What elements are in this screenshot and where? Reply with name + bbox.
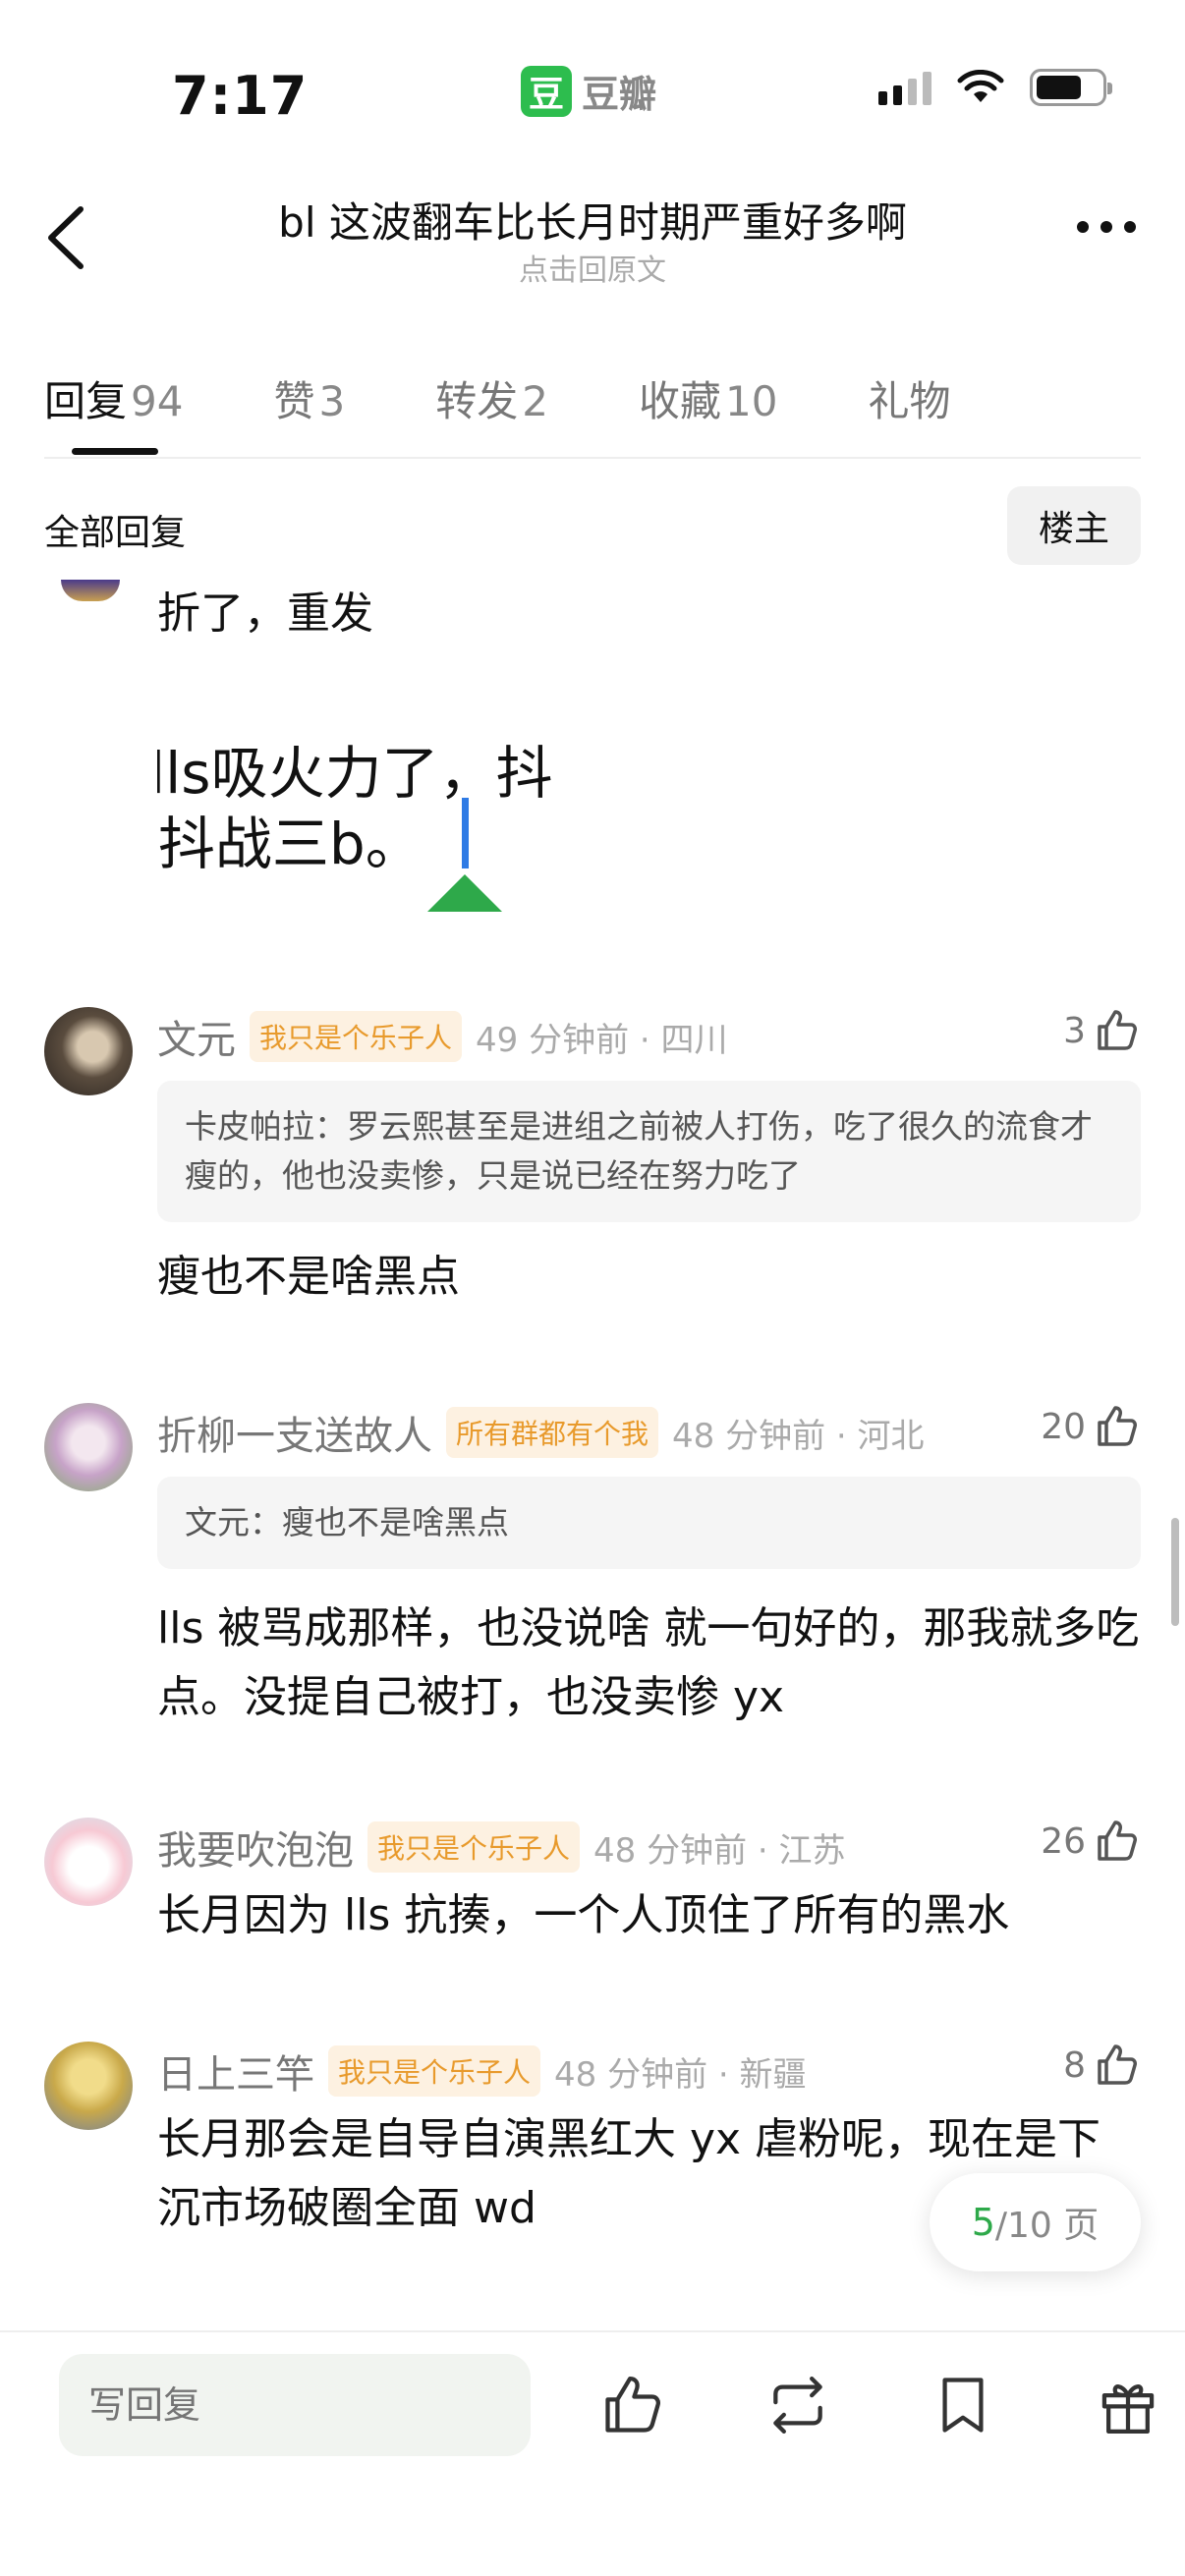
- more-dot-icon: [1124, 221, 1136, 233]
- reply-filter-row: 全部回复 楼主: [44, 486, 1141, 565]
- thumbs-up-icon: [1098, 1010, 1137, 1050]
- tab-label: 收藏: [638, 377, 721, 425]
- image-text-line: -抖战三b。: [157, 811, 423, 877]
- app-name: 豆瓣: [582, 73, 657, 116]
- tab-label: 回复: [44, 377, 128, 425]
- reply-input[interactable]: [59, 2354, 531, 2456]
- wifi-icon: [957, 70, 1004, 102]
- avatar[interactable]: [44, 1818, 133, 1906]
- pagination-button[interactable]: 5/10 页: [930, 2173, 1141, 2271]
- avatar[interactable]: [44, 1007, 133, 1095]
- current-page: 5: [971, 2201, 995, 2244]
- tab-count: 2: [522, 377, 548, 425]
- quoted-reply[interactable]: 文元：瘦也不是啥黑点: [157, 1477, 1141, 1569]
- tab-gifts[interactable]: 礼物: [868, 339, 950, 457]
- page-title[interactable]: bl 这波翻车比长月时期严重好多啊: [0, 190, 1185, 250]
- user-badge: 我只是个乐子人: [250, 1011, 463, 1062]
- comment-time-location: 48 分钟前 · 江苏: [593, 1830, 846, 1871]
- tab-bar: 回复94 赞3 转发2 收藏10 礼物: [44, 339, 1141, 459]
- selection-handle-graphic: [427, 874, 502, 912]
- app-brand: 豆 豆瓣: [521, 64, 656, 118]
- tab-count: 3: [318, 377, 346, 425]
- avatar[interactable]: [44, 2042, 133, 2130]
- comment-text: 瘦也不是啥黑点: [157, 1252, 460, 1302]
- more-dot-icon: [1100, 221, 1112, 233]
- tab-label: 转发: [435, 377, 519, 425]
- comment-time-location: 48 分钟前 · 河北: [672, 1416, 925, 1456]
- bottom-action-bar: [0, 2330, 1185, 2576]
- battery-icon: [1030, 69, 1112, 106]
- username[interactable]: 我要吹泡泡: [157, 1819, 354, 1876]
- quoted-reply[interactable]: 卡皮帕拉：罗云熙甚至是进组之前被人打伤，吃了很久的流食才瘦的，他也没卖惨，只是说…: [157, 1081, 1141, 1222]
- username[interactable]: 日上三竿: [157, 2043, 314, 2100]
- comment-image[interactable]: lls吸火力了，抖 -抖战三b。: [157, 707, 580, 914]
- back-to-original-link[interactable]: 点击回原文: [0, 246, 1185, 289]
- tab-label: 礼物: [868, 377, 951, 425]
- like-button[interactable]: 3: [1063, 1007, 1141, 1054]
- comment-text: lls 被骂成那样，也没说啥 就一句好的，那我就多吃点。没提自己被打，也没卖惨 …: [157, 1603, 1140, 1722]
- total-pages: /10 页: [994, 2206, 1100, 2246]
- comment-text: 长月因为 lls 抗揍，一个人顶住了所有的黑水: [157, 1890, 1010, 1940]
- thumbs-up-icon[interactable]: [599, 2372, 666, 2438]
- reshare-icon[interactable]: [764, 2372, 831, 2438]
- username[interactable]: 文元: [157, 1008, 236, 1065]
- tab-collections[interactable]: 收藏10: [639, 339, 777, 457]
- thumbs-up-icon: [1098, 1406, 1137, 1446]
- more-dot-icon: [1077, 221, 1089, 233]
- douban-logo-icon: 豆: [521, 65, 572, 117]
- like-count: 20: [1041, 1406, 1086, 1447]
- tab-reshares[interactable]: 转发2: [435, 339, 548, 457]
- like-button[interactable]: 26: [1041, 1818, 1141, 1865]
- like-button[interactable]: 8: [1063, 2042, 1141, 2089]
- gift-icon[interactable]: [1095, 2372, 1161, 2438]
- user-badge: 我只是个乐子人: [367, 1821, 581, 1873]
- like-count: 3: [1063, 1010, 1086, 1051]
- comment-item: 文元 我只是个乐子人 49 分钟前 · 四川 3 卡皮帕拉：罗云熙甚至是进组之前…: [44, 1007, 1141, 1302]
- comment-time-location: 48 分钟前 · 新疆: [554, 2054, 807, 2095]
- comment-meta: 日上三竿 我只是个乐子人 48 分钟前 · 新疆: [157, 2042, 1141, 2100]
- nav-bar: bl 这波翻车比长月时期严重好多啊 点击回原文: [0, 182, 1185, 290]
- like-count: 26: [1041, 1820, 1086, 1862]
- user-badge: 所有群都有个我: [446, 1407, 659, 1458]
- status-time: 7:17: [172, 65, 309, 127]
- tab-count: 94: [131, 377, 184, 425]
- comment-text: 折了，重发: [157, 588, 373, 639]
- tab-replies[interactable]: 回复94: [44, 339, 183, 457]
- scrollbar[interactable]: [1171, 1518, 1179, 1626]
- avatar[interactable]: [61, 580, 120, 601]
- thumbs-up-icon: [1098, 1820, 1137, 1861]
- tab-label: 赞: [273, 377, 315, 425]
- tab-likes[interactable]: 赞3: [273, 339, 345, 457]
- user-badge: 我只是个乐子人: [328, 2045, 541, 2097]
- comment-meta: 我要吹泡泡 我只是个乐子人 48 分钟前 · 江苏: [157, 1818, 1141, 1876]
- comment-item: 折柳一支送故人 所有群都有个我 48 分钟前 · 河北 20 文元：瘦也不是啥黑…: [44, 1403, 1141, 1737]
- tab-count: 10: [724, 377, 778, 425]
- username[interactable]: 折柳一支送故人: [157, 1404, 432, 1461]
- comment-meta: 折柳一支送故人 所有群都有个我 48 分钟前 · 河北: [157, 1403, 1141, 1462]
- comment-time-location: 49 分钟前 · 四川: [476, 1020, 728, 1060]
- all-replies-label: 全部回复: [44, 513, 187, 553]
- avatar[interactable]: [44, 1403, 133, 1491]
- cellular-signal-icon: [878, 70, 931, 105]
- bookmark-icon[interactable]: [930, 2372, 996, 2438]
- more-menu-button[interactable]: [1077, 221, 1136, 233]
- status-bar: 7:17 豆 豆瓣: [0, 0, 1185, 157]
- status-icons: [878, 69, 1112, 106]
- thumbs-up-icon: [1098, 2044, 1137, 2085]
- like-count: 8: [1063, 2044, 1086, 2086]
- owner-only-button[interactable]: 楼主: [1007, 486, 1141, 565]
- like-button[interactable]: 20: [1041, 1403, 1141, 1450]
- text-cursor-graphic: [462, 798, 469, 868]
- comment-meta: 文元 我只是个乐子人 49 分钟前 · 四川: [157, 1007, 1141, 1066]
- comment-item: 我要吹泡泡 我只是个乐子人 48 分钟前 · 江苏 26 长月因为 lls 抗揍…: [44, 1818, 1141, 1965]
